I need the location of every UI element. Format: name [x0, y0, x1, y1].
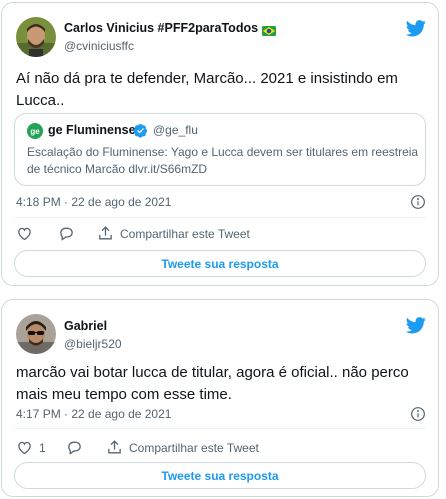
twitter-bird-icon[interactable] — [406, 20, 426, 37]
share-icon — [99, 226, 112, 240]
quote-text: Escalação do Fluminense: Yago e Lucca de… — [27, 145, 419, 176]
divider — [14, 428, 426, 429]
reply-action-button[interactable] — [58, 225, 75, 242]
tweet-card[interactable]: Carlos Vinicius #PFF2paraTodos @cviniciu… — [1, 2, 439, 286]
tweet-timestamp[interactable]: 4:17 PM · 22 de ago de 2021 — [16, 407, 171, 421]
divider — [14, 217, 426, 218]
share-label: Compartilhar este Tweet — [129, 440, 259, 455]
tweet-card[interactable]: Gabriel @bieljr520 marcão vai botar lucc… — [1, 299, 439, 497]
author-name[interactable]: Gabriel — [64, 319, 107, 333]
like-button[interactable] — [16, 225, 39, 242]
avatar[interactable] — [16, 17, 56, 57]
brazil-flag-icon — [262, 23, 277, 36]
share-label: Compartilhar este Tweet — [120, 226, 250, 241]
info-icon[interactable] — [410, 194, 426, 210]
tweet-text: marcão vai botar lucca de titular, agora… — [16, 364, 409, 403]
twitter-bird-icon[interactable] — [406, 317, 426, 334]
quote-author-name: ge Fluminense — [48, 123, 136, 137]
quoted-tweet[interactable]: ge ge Fluminense @ge_flu Escalação do Fl… — [14, 113, 426, 186]
author-name-row[interactable]: Carlos Vinicius #PFF2paraTodos — [64, 21, 277, 36]
share-button[interactable]: Compartilhar este Tweet — [106, 439, 259, 456]
author-name-row[interactable]: Gabriel — [64, 319, 107, 333]
author-handle[interactable]: @bieljr520 — [64, 337, 122, 351]
verified-badge-icon — [133, 123, 148, 138]
tweet-timestamp[interactable]: 4:18 PM · 22 de ago de 2021 — [16, 195, 171, 209]
quote-avatar: ge — [27, 123, 43, 139]
heart-icon — [18, 227, 31, 241]
reply-bubble-icon — [68, 441, 81, 455]
author-handle[interactable]: @cviniciusffc — [64, 39, 134, 53]
avatar[interactable] — [16, 314, 56, 354]
reply-action-button[interactable] — [66, 439, 83, 456]
share-button[interactable]: Compartilhar este Tweet — [97, 225, 250, 242]
quote-handle: @ge_flu — [153, 123, 198, 137]
info-icon[interactable] — [410, 406, 426, 422]
like-count: 1 — [39, 440, 46, 455]
tweet-reply-button[interactable]: Tweete sua resposta — [14, 250, 426, 277]
tweet-reply-button[interactable]: Tweete sua resposta — [14, 462, 426, 489]
like-button[interactable]: 1 — [16, 439, 46, 456]
tweet-text: Aí não dá pra te defender, Marcão... 202… — [16, 70, 398, 109]
heart-icon — [18, 441, 31, 455]
reply-bubble-icon — [60, 227, 73, 241]
share-icon — [108, 440, 121, 454]
author-name[interactable]: Carlos Vinicius #PFF2paraTodos — [64, 21, 258, 35]
